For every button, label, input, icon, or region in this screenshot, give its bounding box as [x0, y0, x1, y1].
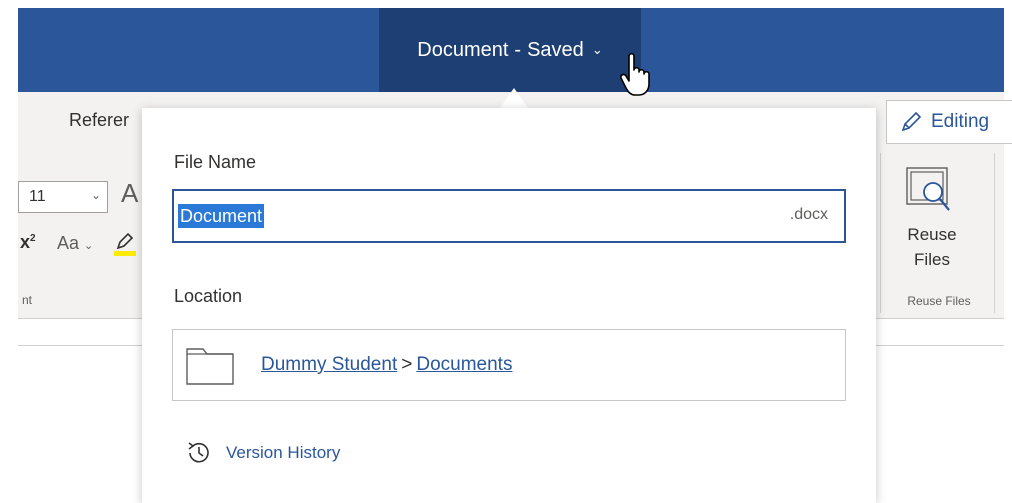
reuse-files-icon[interactable] — [903, 166, 959, 218]
breadcrumb-separator: > — [401, 354, 413, 375]
folder-icon — [186, 348, 234, 385]
editing-mode-button[interactable]: Editing — [886, 100, 1012, 144]
document-title-button[interactable]: Document - Saved ⌄ — [379, 8, 641, 92]
highlighter-icon[interactable] — [114, 230, 136, 256]
breadcrumb-link-dummy-student[interactable]: Dummy Student — [261, 354, 397, 375]
breadcrumb-link-documents[interactable]: Documents — [416, 354, 512, 375]
font-size-value: 11 — [29, 188, 46, 205]
title-separator: - — [514, 38, 522, 61]
location-box: Dummy Student > Documents — [172, 329, 846, 401]
editing-label: Editing — [931, 111, 990, 132]
chevron-down-icon: ⌄ — [90, 188, 101, 202]
reuse-files-label-line2: Files — [914, 250, 950, 269]
reuse-files-group-label: Reuse Files — [907, 294, 971, 308]
location-breadcrumb: Dummy Student > Documents — [261, 354, 512, 376]
reuse-files-label-line1: Reuse — [907, 225, 957, 244]
chevron-down-icon: ⌄ — [591, 42, 603, 57]
popup-arrow — [500, 88, 528, 108]
superscript-button[interactable]: x2 — [20, 232, 36, 253]
group-divider — [880, 153, 881, 313]
reuse-files-button[interactable]: Reuse Files — [884, 222, 980, 272]
file-extension: .docx — [789, 206, 828, 223]
pointer-hand-cursor-icon — [620, 52, 650, 96]
location-label: Location — [174, 286, 243, 306]
superscript-exponent: 2 — [30, 233, 36, 244]
title-bar: Document - Saved ⌄ — [18, 8, 1004, 92]
file-name-value: Document — [178, 204, 265, 228]
history-icon — [188, 442, 209, 463]
change-case-label: Aa — [57, 233, 80, 253]
pencil-icon — [901, 111, 922, 132]
superscript-base: x — [20, 232, 31, 252]
font-size-dropdown[interactable]: 11 ⌄ — [18, 181, 108, 213]
file-name-input[interactable]: Document .docx — [172, 189, 846, 243]
save-status: Saved — [527, 38, 584, 61]
version-history-label: Version History — [226, 443, 341, 462]
grow-font-button[interactable]: A — [121, 178, 138, 209]
version-history-link[interactable]: Version History — [186, 440, 340, 466]
tab-references[interactable]: Referer — [69, 110, 129, 131]
chevron-down-icon: ⌄ — [84, 240, 94, 252]
file-name-label: File Name — [174, 152, 257, 172]
font-group-label: nt — [22, 293, 33, 307]
group-divider — [994, 153, 995, 313]
change-case-button[interactable]: Aa ⌄ — [57, 233, 93, 254]
document-name: Document — [417, 38, 509, 61]
